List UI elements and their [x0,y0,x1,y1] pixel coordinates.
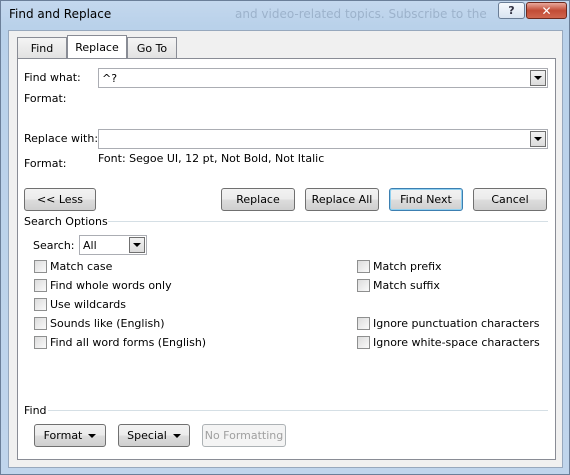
search-direction-value: All [83,239,97,252]
word-forms-label[interactable]: Find all word forms (English) [50,336,206,349]
dialog-title: Find and Replace [9,7,112,21]
tab-replace-label: Replace [75,40,119,54]
search-options-heading: Search Options [24,215,108,228]
ignore-whitespace-label[interactable]: Ignore white-space characters [373,336,540,349]
tab-replace[interactable]: Replace [67,35,127,58]
title-bar[interactable]: and video-related topics. Subscribe to t… [1,1,569,29]
match-prefix-checkbox[interactable] [357,260,370,273]
less-button[interactable]: << Less [24,188,96,211]
chevron-down-icon [534,76,542,80]
find-what-label: Find what: [24,71,81,84]
match-case-label[interactable]: Match case [50,260,112,273]
replace-format-value: Font: Segoe UI, 12 pt, Not Bold, Not Ita… [98,152,325,165]
find-format-label: Format: [24,92,67,105]
replace-with-dropdown-button[interactable] [530,131,546,147]
replace-tab-panel: Find what: ^? Format: Replace with: Form… [17,58,556,460]
find-replace-dialog: and video-related topics. Subscribe to t… [0,0,570,475]
background-document-text: and video-related topics. Subscribe to t… [235,7,487,21]
special-button-label: Special [127,429,167,442]
find-next-button-label: Find Next [400,193,452,206]
less-button-label: << Less [36,193,84,206]
tab-find-label: Find [30,41,54,55]
ignore-punctuation-checkbox[interactable] [357,317,370,330]
whole-words-checkbox[interactable] [34,279,47,292]
replace-all-button[interactable]: Replace All [305,188,379,211]
format-button-label: Format [43,429,83,442]
chevron-down-icon [133,243,141,247]
whole-words-label[interactable]: Find whole words only [50,279,172,292]
replace-format-label: Format: [24,157,67,170]
cancel-button[interactable]: Cancel [473,188,547,211]
search-options-divider [108,221,548,222]
replace-button-label: Replace [236,193,280,206]
find-next-button[interactable]: Find Next [389,188,463,211]
special-button[interactable]: Special [118,424,190,447]
dialog-body: Find Replace Go To Find what: ^? Format:… [8,30,563,468]
replace-all-button-label: Replace All [311,193,373,206]
chevron-down-icon [172,433,181,438]
chevron-down-icon [534,137,542,141]
close-icon: ✕ [541,3,552,18]
find-what-combobox[interactable]: ^? [98,68,548,88]
match-suffix-label[interactable]: Match suffix [373,279,440,292]
tab-go-to[interactable]: Go To [127,37,177,58]
use-wildcards-checkbox[interactable] [34,298,47,311]
no-formatting-button[interactable]: No Formatting [202,424,286,447]
search-direction-label: Search: [33,239,75,252]
find-section-divider [48,410,548,411]
find-section-heading: Find [24,404,47,417]
ignore-whitespace-checkbox[interactable] [357,336,370,349]
search-direction-dropdown-button[interactable] [129,237,145,253]
match-suffix-checkbox[interactable] [357,279,370,292]
format-button[interactable]: Format [34,424,106,447]
help-icon: ? [508,4,515,17]
match-case-checkbox[interactable] [34,260,47,273]
word-forms-checkbox[interactable] [34,336,47,349]
replace-with-label: Replace with: [24,132,99,145]
match-prefix-label[interactable]: Match prefix [373,260,442,273]
sounds-like-label[interactable]: Sounds like (English) [50,317,165,330]
no-formatting-button-label: No Formatting [204,429,284,442]
help-button[interactable]: ? [498,2,525,19]
search-direction-select[interactable]: All [79,235,147,255]
use-wildcards-label[interactable]: Use wildcards [50,298,126,311]
cancel-button-label: Cancel [491,193,529,206]
ignore-punctuation-label[interactable]: Ignore punctuation characters [373,317,539,330]
tab-go-to-label: Go To [136,41,168,55]
tab-find[interactable]: Find [17,37,67,58]
chevron-down-icon [88,433,97,438]
find-what-value: ^? [102,72,118,85]
replace-with-combobox[interactable] [98,129,548,149]
close-button[interactable]: ✕ [526,2,567,19]
sounds-like-checkbox[interactable] [34,317,47,330]
replace-button[interactable]: Replace [221,188,295,211]
find-what-dropdown-button[interactable] [530,70,546,86]
